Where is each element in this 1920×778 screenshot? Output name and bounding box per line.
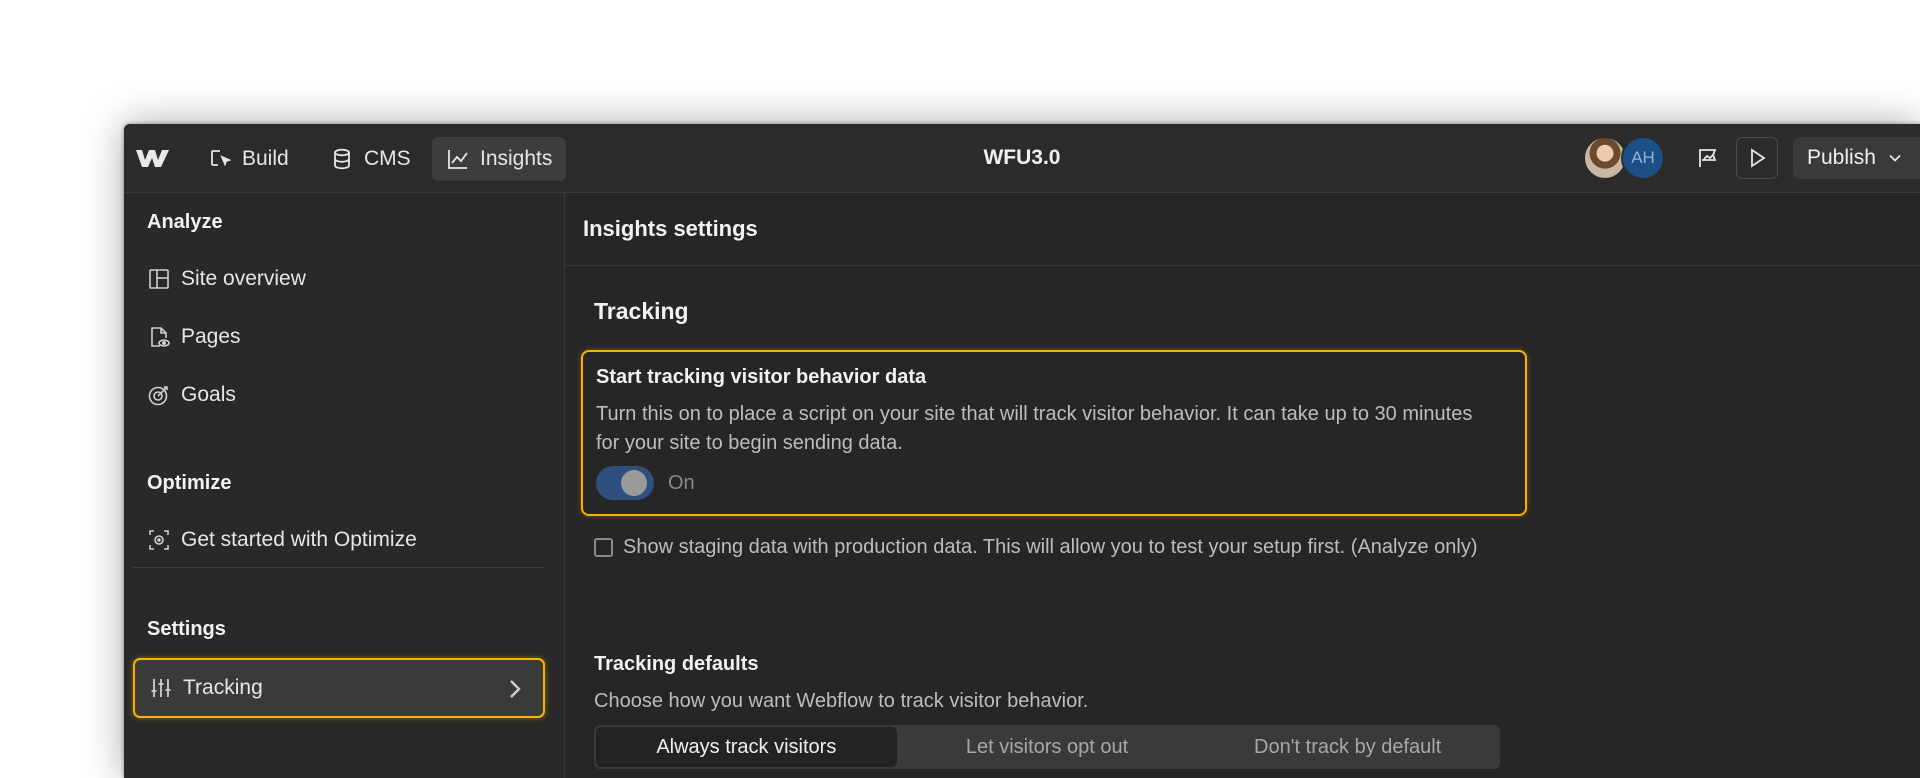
top-bar: Build CMS Insights WFU3.0 AH Publish: [124, 124, 1920, 193]
sidebar-item-optimize[interactable]: Get started with Optimize: [133, 512, 545, 568]
nav-insights[interactable]: Insights: [432, 137, 567, 181]
flag-chart-icon: [1699, 149, 1717, 167]
sidebar-item-label: Goals: [181, 383, 236, 406]
page-title: Insights settings: [583, 216, 758, 241]
nav-cms[interactable]: CMS: [316, 137, 425, 181]
section-heading: Tracking: [594, 298, 689, 324]
sidebar-item-label: Site overview: [181, 267, 306, 290]
sliders-icon: [151, 679, 171, 697]
tracking-defaults-segmented-control: Always track visitors Let visitors opt o…: [594, 725, 1500, 769]
toggle-knob: [621, 470, 647, 496]
cursor-select-icon: [211, 150, 232, 167]
nav-build-label: Build: [242, 147, 289, 170]
staging-checkbox-label[interactable]: Show staging data with production data. …: [623, 533, 1483, 562]
sidebar-item-goals[interactable]: Goals: [133, 367, 545, 423]
tracking-defaults-description: Choose how you want Webflow to track vis…: [594, 690, 1089, 712]
sidebar-item-label: Tracking: [183, 676, 263, 699]
line-chart-icon: [448, 150, 468, 169]
preview-button[interactable]: [1736, 137, 1778, 179]
card-title: Start tracking visitor behavior data: [596, 366, 927, 388]
comments-button[interactable]: [1687, 137, 1729, 179]
section-title-analyze: Analyze: [147, 211, 223, 233]
play-icon: [1751, 148, 1766, 168]
nav-cms-label: CMS: [364, 147, 411, 170]
main-header: Insights settings: [565, 193, 1920, 266]
sidebar: Analyze Site overview Pages Goals Optimi…: [124, 193, 565, 778]
webflow-logo-icon[interactable]: [134, 146, 170, 170]
sidebar-item-pages[interactable]: Pages: [133, 309, 545, 365]
chevron-right-icon: [510, 680, 521, 698]
focus-target-icon: [149, 530, 169, 550]
sidebar-item-label: Pages: [181, 325, 241, 348]
database-icon: [334, 148, 350, 170]
avatar-initials[interactable]: AH: [1621, 136, 1665, 180]
publish-button[interactable]: Publish: [1793, 137, 1920, 179]
nav-build[interactable]: Build: [194, 137, 303, 181]
target-icon: [148, 386, 168, 406]
option-always-track[interactable]: Always track visitors: [596, 727, 897, 767]
main-panel: Insights settings Tracking Start trackin…: [565, 193, 1920, 778]
section-title-settings: Settings: [147, 618, 226, 640]
publish-label: Publish: [1807, 146, 1876, 169]
section-title-optimize: Optimize: [147, 472, 232, 494]
sidebar-item-tracking[interactable]: Tracking: [133, 658, 545, 718]
app-window: Build CMS Insights WFU3.0 AH Publish Ana…: [124, 124, 1920, 778]
card-description: Turn this on to place a script on your s…: [596, 403, 1473, 454]
option-opt-out[interactable]: Let visitors opt out: [897, 727, 1198, 767]
sidebar-item-site-overview[interactable]: Site overview: [133, 251, 545, 307]
staging-checkbox[interactable]: [594, 538, 613, 557]
tracking-defaults-title: Tracking defaults: [594, 653, 759, 675]
sidebar-item-label: Get started with Optimize: [181, 528, 417, 551]
toggle-label: On: [668, 472, 695, 494]
nav-insights-label: Insights: [480, 147, 553, 170]
chevron-down-icon: [1889, 154, 1901, 162]
option-dont-track[interactable]: Don't track by default: [1197, 727, 1498, 767]
tracking-toggle[interactable]: [596, 466, 654, 500]
tracking-card: Start tracking visitor behavior data Tur…: [581, 350, 1527, 516]
page-eye-icon: [151, 327, 170, 347]
layout-icon: [149, 269, 169, 289]
